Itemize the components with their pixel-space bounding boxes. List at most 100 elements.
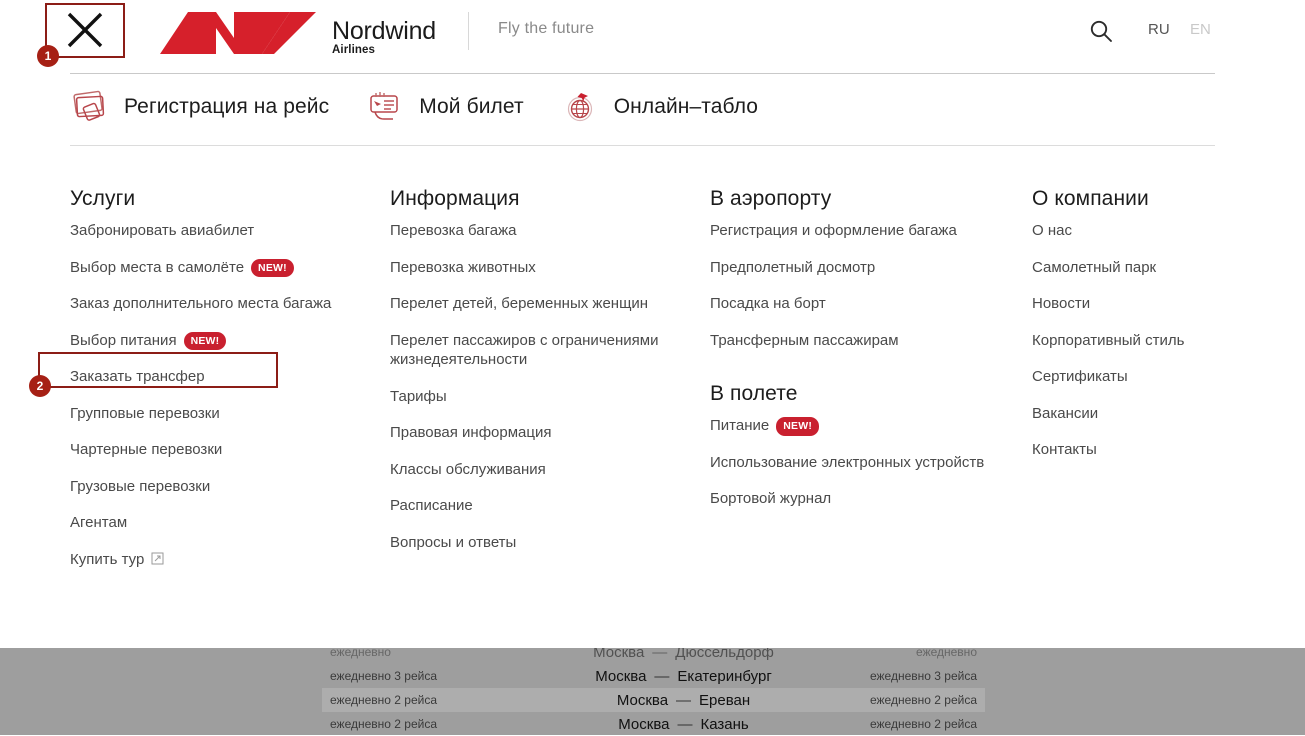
new-badge: NEW! <box>776 417 820 436</box>
table-cell-frequency-right: ежедневно 3 рейса <box>869 669 977 683</box>
menu-link-питание[interactable]: Питание NEW! <box>710 416 1010 436</box>
close-x-icon <box>63 8 107 52</box>
table-cell-route: Москва — Казань <box>550 716 817 733</box>
quicknav-item-myticket[interactable]: Мой билет <box>365 82 524 132</box>
quicknav-item-checkin[interactable]: Регистрация на рейс <box>70 82 329 132</box>
menu-link-классы-обслуживания[interactable]: Классы обслуживания <box>390 460 690 480</box>
menu-link-label: Групповые перевозки <box>70 404 220 422</box>
menu-link-заказ-дополнительного-места-багажа[interactable]: Заказ дополнительного места багажа <box>70 294 370 314</box>
menu-link-label: Перелет пассажиров с ограничениями жизне… <box>390 331 659 369</box>
menu-link-label: Новости <box>1032 295 1091 313</box>
header-divider-2 <box>468 12 469 50</box>
close-menu-button[interactable] <box>52 4 118 56</box>
menu-link-самолетный-парк[interactable]: Самолетный парк <box>1032 258 1292 278</box>
quicknav-label: Мой билет <box>419 95 524 118</box>
table-row: ежедневно 3 рейса Москва — Екатеринбург ежед… <box>322 664 985 688</box>
menu-link-трансферным-пассажирам[interactable]: Трансферным пассажирам <box>710 331 1010 351</box>
table-row: ежедневно 2 рейса Москва — Казань ежедневно … <box>322 712 985 736</box>
table-cell-frequency-left: ежедневно 3 рейса <box>330 669 438 683</box>
quicknav-item-online-board[interactable]: Онлайн–табло <box>560 82 758 132</box>
search-button[interactable] <box>1088 18 1114 44</box>
menu-link-купить-тур[interactable]: Купить тур <box>70 550 370 571</box>
table-cell-route: Москва — Ереван <box>550 692 817 709</box>
menu-link-агентам[interactable]: Агентам <box>70 513 370 533</box>
table-cell-frequency-right: ежедневно 2 рейса <box>869 717 977 731</box>
menu-link-грузовые-перевозки[interactable]: Грузовые перевозки <box>70 477 370 497</box>
menu-link-label: Выбор питания <box>70 331 177 349</box>
table-cell-frequency-left: ежедневно 2 рейса <box>330 717 438 731</box>
menu-link-label: Правовая информация <box>390 424 552 442</box>
menu-link-новости[interactable]: Новости <box>1032 294 1292 314</box>
menu-link-бортовой-журнал[interactable]: Бортовой журнал <box>710 489 1010 509</box>
menu-link-регистрация-и-оформление-багажа[interactable]: Регистрация и оформление багажа <box>710 221 1010 241</box>
quicknav-rule <box>70 145 1215 146</box>
menu-link-label: Классы обслуживания <box>390 460 546 478</box>
menu-link-label: Трансферным пассажирам <box>710 331 899 349</box>
flight-schedule-table: ежедневно Москва — Дюссельдорф ежедневно ежед… <box>322 640 985 736</box>
menu-link-label: О нас <box>1032 222 1072 240</box>
route-origin: Москва <box>595 667 647 685</box>
menu-link-предполетный-досмотр[interactable]: Предполетный досмотр <box>710 258 1010 278</box>
menu-link-перелет-пассажиров-с-ограничениями[interactable]: Перелет пассажиров с ограничениями жизне… <box>390 331 690 370</box>
table-row: ежедневно 2 рейса Москва — Ереван ежедневно … <box>322 688 985 712</box>
brand-tagline: Fly the future <box>498 20 595 37</box>
route-destination: Казань <box>700 715 749 733</box>
route-dash: — <box>677 715 693 733</box>
quick-nav-bar: Регистрация на рейс Мой билет Онлайн–таб… <box>70 82 758 132</box>
menu-link-правовая-информация[interactable]: Правовая информация <box>390 423 690 443</box>
menu-link-расписание[interactable]: Расписание <box>390 496 690 516</box>
brand-subtitle: Airlines <box>332 43 375 56</box>
menu-link-перевозка-животных[interactable]: Перевозка животных <box>390 258 690 278</box>
menu-link-использование-электронных-устройст[interactable]: Использование электронных устройств <box>710 453 1010 473</box>
menu-link-label: Контакты <box>1032 441 1097 459</box>
menu-link-чартерные-перевозки[interactable]: Чартерные перевозки <box>70 440 370 460</box>
menu-column-heading-2: В полете <box>710 382 798 406</box>
menu-column-heading: В аэропорту <box>710 187 832 210</box>
external-link-icon <box>151 551 164 571</box>
menu-link-выбор-места-в-самолёте[interactable]: Выбор места в самолёте NEW! <box>70 258 370 278</box>
menu-link-посадка-на-борт[interactable]: Посадка на борт <box>710 294 1010 314</box>
menu-link-тарифы[interactable]: Тарифы <box>390 387 690 407</box>
language-en-button[interactable]: EN <box>1190 21 1211 38</box>
route-dash: — <box>654 667 670 685</box>
menu-link-сертификаты[interactable]: Сертификаты <box>1032 367 1292 387</box>
menu-link-label: Сертификаты <box>1032 368 1128 386</box>
menu-link-label: Самолетный парк <box>1032 258 1157 276</box>
ticket-hand-icon <box>365 87 405 127</box>
menu-link-перевозка-багажа[interactable]: Перевозка багажа <box>390 221 690 241</box>
menu-link-о-нас[interactable]: О нас <box>1032 221 1292 241</box>
menu-link-label: Чартерные перевозки <box>70 441 223 459</box>
nordwind-logo-icon <box>158 8 318 65</box>
brand-wordmark: Nordwind Airlines <box>332 17 436 57</box>
menu-link-перелет-детей-беременных-женщин[interactable]: Перелет детей, беременных женщин <box>390 294 690 314</box>
menu-link-вопросы-и-ответы[interactable]: Вопросы и ответы <box>390 533 690 553</box>
menu-column-information: Информация Перевозка багажа Перевозка живо… <box>390 186 700 569</box>
menu-link-выбор-питания[interactable]: Выбор питания NEW! <box>70 331 370 351</box>
menu-link-вакансии[interactable]: Вакансии <box>1032 404 1292 424</box>
menu-link-забронировать-авиабилет[interactable]: Забронировать авиабилет <box>70 221 370 241</box>
menu-link-корпоративный-стиль[interactable]: Корпоративный стиль <box>1032 331 1292 351</box>
menu-link-label: Забронировать авиабилет <box>70 222 255 240</box>
menu-link-label: Расписание <box>390 497 473 515</box>
route-destination: Екатеринбург <box>677 667 772 685</box>
menu-column-airport: В аэропорту Регистрация и оформление бага… <box>710 186 1020 526</box>
route-origin: Москва <box>616 691 669 709</box>
header-rule <box>70 73 1215 74</box>
menu-link-label: Использование электронных устройств <box>710 453 985 471</box>
menu-link-заказать-трансфер[interactable]: Заказать трансфер <box>70 367 370 387</box>
header-divider <box>123 10 124 52</box>
menu-link-label: Агентам <box>70 514 128 532</box>
menu-column-company: О компании О нас Самолетный парк Новости Кор… <box>1032 186 1292 477</box>
menu-link-label: Перелет детей, беременных женщин <box>390 295 649 313</box>
menu-link-контакты[interactable]: Контакты <box>1032 440 1292 460</box>
mega-menu-panel: Nordwind Airlines Fly the future RU EN Р… <box>0 0 1305 648</box>
menu-column-services: Услуги Забронировать авиабилет Выбор места… <box>70 186 380 587</box>
new-badge: NEW! <box>183 331 227 351</box>
route-dash: — <box>676 691 692 709</box>
brand-logo[interactable]: Nordwind Airlines <box>158 8 436 65</box>
menu-link-групповые-перевозки[interactable]: Групповые перевозки <box>70 404 370 424</box>
language-ru-button[interactable]: RU <box>1148 21 1170 38</box>
search-icon <box>1088 20 1114 48</box>
menu-link-label: Заказ дополнительного места багажа <box>70 295 332 313</box>
menu-link-label: Купить тур <box>70 550 145 568</box>
